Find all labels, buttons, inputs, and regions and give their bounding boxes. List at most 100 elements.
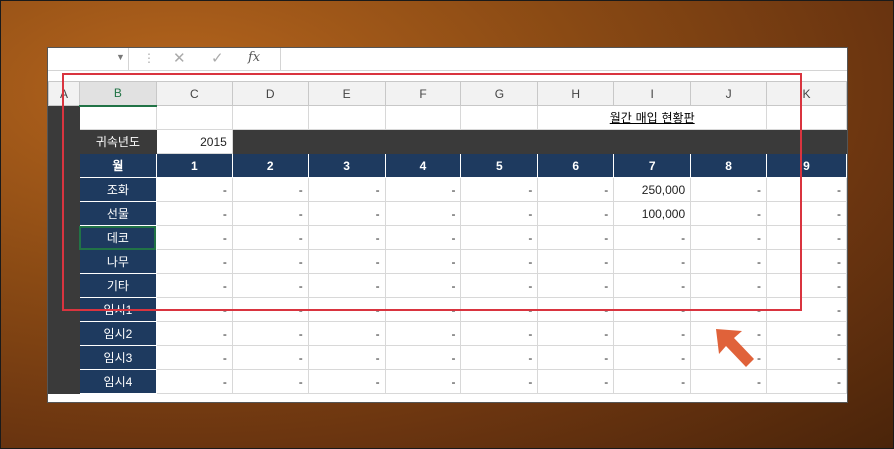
row-label[interactable]: 나무 bbox=[78, 249, 157, 274]
grid-cell[interactable] bbox=[155, 105, 233, 130]
table-cell[interactable]: - bbox=[155, 249, 233, 274]
grid-cell[interactable] bbox=[460, 105, 539, 130]
column-header-K[interactable]: K bbox=[766, 81, 847, 106]
table-cell[interactable]: - bbox=[460, 177, 539, 202]
column-header-D[interactable]: D bbox=[231, 81, 309, 106]
table-cell[interactable]: - bbox=[231, 177, 309, 202]
table-cell[interactable]: - bbox=[384, 297, 462, 322]
row-label[interactable]: 임시1 bbox=[78, 297, 157, 322]
table-cell[interactable]: - bbox=[613, 297, 692, 322]
table-cell[interactable]: - bbox=[613, 225, 692, 250]
row-label[interactable]: 조화 bbox=[78, 177, 157, 202]
check-icon[interactable]: ✓ bbox=[211, 49, 224, 67]
table-cell[interactable]: 100,000 bbox=[613, 201, 692, 226]
table-cell[interactable]: - bbox=[307, 321, 386, 346]
table-cell[interactable]: - bbox=[613, 369, 692, 394]
table-cell[interactable]: - bbox=[307, 297, 386, 322]
table-cell[interactable]: - bbox=[155, 369, 233, 394]
column-header-E[interactable]: E bbox=[307, 81, 386, 106]
column-header-H[interactable]: H bbox=[537, 81, 615, 106]
table-cell[interactable]: - bbox=[460, 297, 539, 322]
table-cell[interactable]: - bbox=[231, 321, 309, 346]
grid-cell[interactable] bbox=[384, 129, 462, 154]
table-cell[interactable]: - bbox=[690, 369, 768, 394]
table-cell[interactable]: - bbox=[155, 273, 233, 298]
table-cell[interactable]: - bbox=[460, 345, 539, 370]
table-cell[interactable]: - bbox=[766, 297, 847, 322]
table-cell[interactable]: - bbox=[231, 249, 309, 274]
table-cell[interactable]: - bbox=[766, 369, 847, 394]
grid-cell[interactable] bbox=[48, 369, 80, 394]
formula-input[interactable] bbox=[280, 48, 847, 70]
table-cell[interactable]: 250,000 bbox=[613, 177, 692, 202]
grid-cell[interactable] bbox=[307, 105, 386, 130]
table-cell[interactable]: - bbox=[537, 297, 615, 322]
grid-cell[interactable] bbox=[48, 273, 80, 298]
table-cell[interactable]: - bbox=[613, 249, 692, 274]
table-cell[interactable]: - bbox=[613, 273, 692, 298]
grid-cell[interactable] bbox=[231, 105, 309, 130]
grid-cell[interactable] bbox=[766, 129, 847, 154]
grid-cell[interactable] bbox=[48, 297, 80, 322]
table-cell[interactable]: - bbox=[690, 249, 768, 274]
table-cell[interactable]: - bbox=[537, 345, 615, 370]
table-cell[interactable]: - bbox=[766, 273, 847, 298]
table-cell[interactable]: - bbox=[231, 273, 309, 298]
grid-cell[interactable] bbox=[307, 129, 386, 154]
table-cell[interactable]: - bbox=[613, 321, 692, 346]
row-label[interactable]: 데코 bbox=[78, 225, 157, 250]
table-cell[interactable]: - bbox=[690, 297, 768, 322]
grid-cell[interactable] bbox=[231, 129, 309, 154]
table-cell[interactable]: - bbox=[537, 273, 615, 298]
table-cell[interactable]: - bbox=[690, 201, 768, 226]
grid-cell[interactable] bbox=[48, 225, 80, 250]
grid-cell[interactable] bbox=[460, 129, 539, 154]
table-cell[interactable]: - bbox=[766, 225, 847, 250]
table-cell[interactable]: - bbox=[613, 345, 692, 370]
table-cell[interactable]: - bbox=[766, 177, 847, 202]
column-header-C[interactable]: C bbox=[155, 81, 233, 106]
table-cell[interactable]: - bbox=[231, 297, 309, 322]
grid-cell[interactable] bbox=[690, 129, 768, 154]
table-cell[interactable]: - bbox=[231, 369, 309, 394]
table-cell[interactable]: - bbox=[384, 201, 462, 226]
grid-cell[interactable] bbox=[48, 153, 80, 178]
column-header-B[interactable]: B bbox=[78, 81, 157, 107]
table-cell[interactable]: - bbox=[384, 249, 462, 274]
column-header-A[interactable]: A bbox=[48, 81, 80, 106]
table-cell[interactable]: - bbox=[155, 345, 233, 370]
name-box-dropdown-icon[interactable]: ▼ bbox=[116, 52, 125, 62]
grid-cell[interactable] bbox=[48, 177, 80, 202]
row-label[interactable]: 임시3 bbox=[78, 345, 157, 370]
table-cell[interactable]: - bbox=[460, 249, 539, 274]
table-cell[interactable]: - bbox=[460, 321, 539, 346]
row-label[interactable]: 선물 bbox=[78, 201, 157, 226]
column-header-J[interactable]: J bbox=[690, 81, 768, 106]
column-header-I[interactable]: I bbox=[613, 81, 692, 106]
grid-cell[interactable] bbox=[48, 321, 80, 346]
grid-cell[interactable] bbox=[48, 249, 80, 274]
row-label[interactable]: 기타 bbox=[78, 273, 157, 298]
table-cell[interactable]: - bbox=[155, 297, 233, 322]
table-cell[interactable]: - bbox=[537, 369, 615, 394]
table-cell[interactable]: - bbox=[307, 345, 386, 370]
table-cell[interactable]: - bbox=[537, 249, 615, 274]
table-cell[interactable]: - bbox=[155, 321, 233, 346]
column-header-F[interactable]: F bbox=[384, 81, 462, 106]
table-cell[interactable]: - bbox=[307, 201, 386, 226]
fx-button[interactable]: fx bbox=[248, 50, 260, 65]
table-cell[interactable]: - bbox=[307, 273, 386, 298]
table-cell[interactable]: - bbox=[537, 201, 615, 226]
grid-cell[interactable] bbox=[48, 129, 80, 154]
table-cell[interactable]: - bbox=[155, 177, 233, 202]
table-cell[interactable]: - bbox=[384, 345, 462, 370]
table-cell[interactable]: - bbox=[460, 273, 539, 298]
table-cell[interactable]: - bbox=[384, 321, 462, 346]
grid-cell[interactable] bbox=[48, 201, 80, 226]
table-cell[interactable]: - bbox=[766, 321, 847, 346]
table-cell[interactable]: - bbox=[766, 249, 847, 274]
table-cell[interactable]: - bbox=[155, 225, 233, 250]
table-cell[interactable]: - bbox=[307, 225, 386, 250]
row-label[interactable]: 임시4 bbox=[78, 369, 157, 394]
row-label[interactable]: 임시2 bbox=[78, 321, 157, 346]
